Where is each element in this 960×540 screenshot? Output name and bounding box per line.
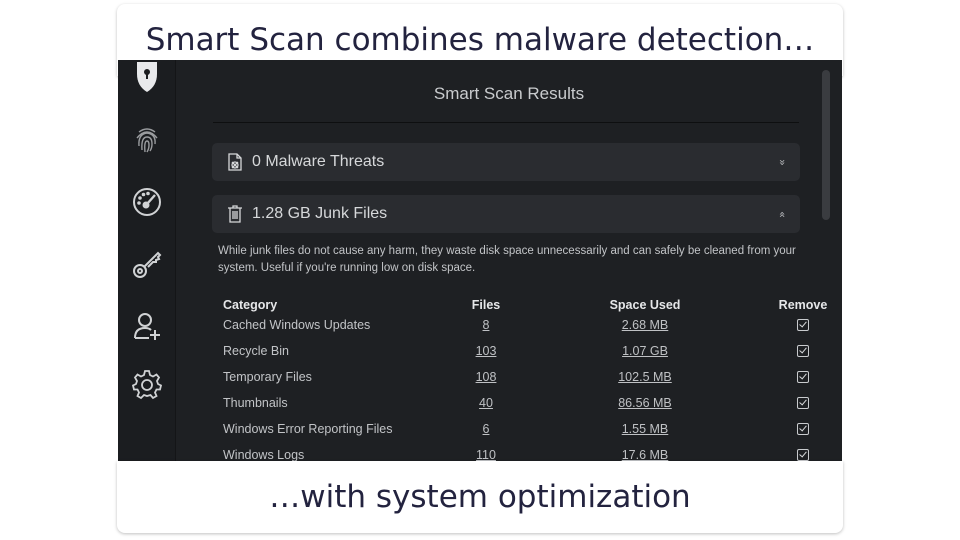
remove-checkbox[interactable] <box>797 371 809 383</box>
table-row: Thumbnails 40 86.56 MB <box>220 396 809 422</box>
remove-checkbox[interactable] <box>797 319 809 331</box>
sidebar-item-add-user[interactable] <box>129 308 165 344</box>
sidebar-item-shield[interactable] <box>129 60 165 96</box>
row-category: Cached Windows Updates <box>223 318 371 332</box>
junk-files-description: While junk files do not cause any harm, … <box>218 245 796 274</box>
remove-checkbox[interactable] <box>797 397 809 409</box>
row-space-link[interactable]: 1.55 MB <box>622 422 669 436</box>
row-category: Windows Error Reporting Files <box>223 422 393 436</box>
caption-bottom: …with system optimization <box>117 461 843 533</box>
row-space-link[interactable]: 2.68 MB <box>622 318 669 332</box>
sidebar <box>118 60 176 480</box>
main-panel: Smart Scan Results 0 Malware Threats » 1… <box>176 60 842 480</box>
row-category: Thumbnails <box>223 396 288 410</box>
remove-checkbox[interactable] <box>797 423 809 435</box>
row-space-link[interactable]: 86.56 MB <box>618 396 672 410</box>
fingerprint-icon <box>136 128 158 153</box>
table-row: Cached Windows Updates 8 2.68 MB <box>220 318 809 344</box>
sidebar-item-fingerprint[interactable] <box>129 122 165 158</box>
row-files-link[interactable]: 108 <box>476 370 497 384</box>
header-files: Files <box>471 298 501 312</box>
row-space-link[interactable]: 1.07 GB <box>622 344 668 358</box>
caption-top-text: Smart Scan combines malware detection… <box>145 22 815 58</box>
row-files-link[interactable]: 6 <box>483 422 490 436</box>
remove-checkbox[interactable] <box>797 449 809 461</box>
header-category: Category <box>223 298 278 312</box>
chevron-down-icon[interactable]: » <box>776 159 789 166</box>
row-category: Windows Logs <box>223 448 305 462</box>
sidebar-item-settings[interactable] <box>129 366 165 402</box>
junk-files-label: 1.28 GB Junk Files <box>252 205 388 222</box>
trash-icon <box>226 205 244 223</box>
table-row: Recycle Bin 103 1.07 GB <box>220 344 809 370</box>
junk-files-table: Category Files Space Used Remove Cached … <box>220 298 827 474</box>
key-icon <box>133 251 162 278</box>
title-divider <box>213 122 799 123</box>
header-space-used: Space Used <box>609 298 681 312</box>
speedometer-icon <box>133 188 161 216</box>
table-header: Category Files Space Used Remove <box>220 298 827 318</box>
app-window: Smart Scan Results 0 Malware Threats » 1… <box>118 60 842 480</box>
table-row: Windows Error Reporting Files 6 1.55 MB <box>220 422 809 448</box>
row-files-link[interactable]: 103 <box>476 344 497 358</box>
table-row: Temporary Files 108 102.5 MB <box>220 370 809 396</box>
remove-checkbox[interactable] <box>797 345 809 357</box>
shield-icon <box>137 62 157 92</box>
caption-bottom-text: …with system optimization <box>269 479 691 515</box>
gear-icon <box>131 370 163 400</box>
row-category: Recycle Bin <box>223 344 289 358</box>
sidebar-item-speedometer[interactable] <box>129 184 165 220</box>
page-title: Smart Scan Results <box>433 84 585 103</box>
add-user-icon <box>134 313 160 340</box>
sidebar-item-key[interactable] <box>129 246 165 282</box>
row-files-link[interactable]: 110 <box>476 448 496 462</box>
malware-threats-section[interactable]: 0 Malware Threats » <box>212 143 800 181</box>
header-remove: Remove <box>778 298 828 312</box>
row-category: Temporary Files <box>223 370 312 384</box>
row-files-link[interactable]: 40 <box>479 396 493 410</box>
row-files-link[interactable]: 8 <box>483 318 490 332</box>
scrollbar[interactable] <box>822 70 830 220</box>
malware-threats-label: 0 Malware Threats <box>252 153 385 170</box>
file-bug-icon <box>226 153 244 171</box>
row-space-link[interactable]: 102.5 MB <box>618 370 672 384</box>
junk-files-section[interactable]: 1.28 GB Junk Files « <box>212 195 800 233</box>
chevron-up-icon[interactable]: « <box>776 211 789 218</box>
row-space-link[interactable]: 17.6 MB <box>622 448 669 462</box>
